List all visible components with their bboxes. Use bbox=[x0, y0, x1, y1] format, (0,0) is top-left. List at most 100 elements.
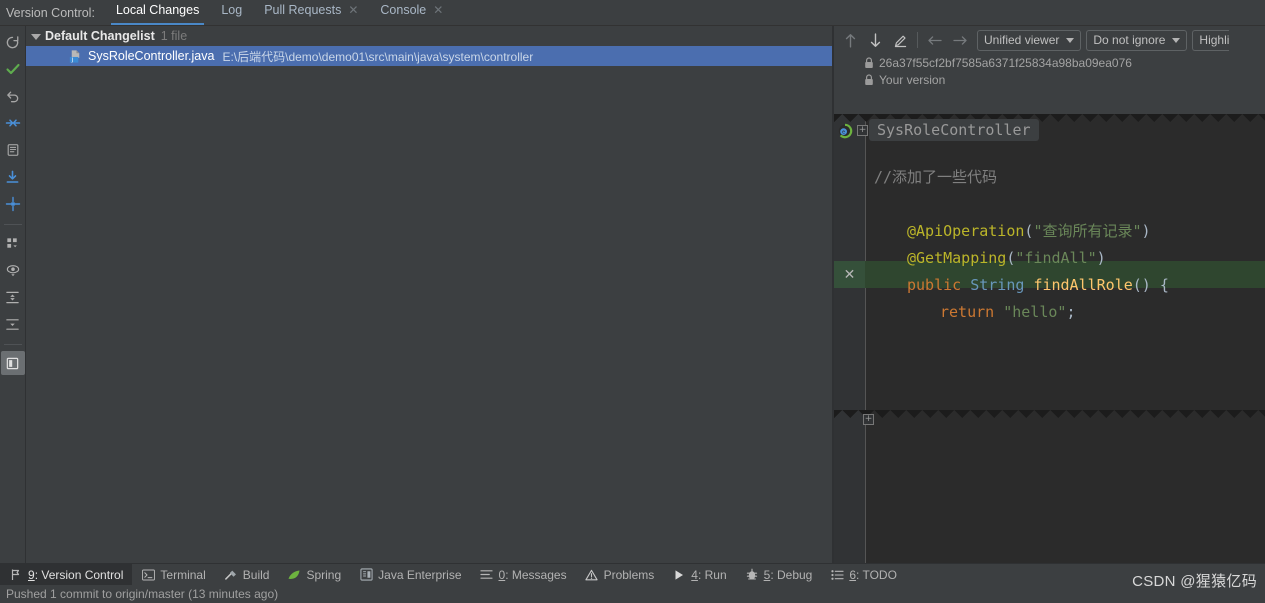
changed-file-row[interactable]: J SysRoleController.java E:\后端代码\demo\demo… bbox=[26, 46, 832, 66]
tool-window-label: 4: Run bbox=[691, 567, 727, 582]
tool-window-java-enterprise[interactable]: Java Enterprise bbox=[350, 564, 470, 586]
revert-change-gutter[interactable]: ✕ bbox=[834, 261, 865, 288]
code-line: @ApiOperation("查询所有记录") bbox=[866, 218, 1265, 245]
collapse-all-icon[interactable] bbox=[1, 312, 25, 336]
changes-toolbar-rail bbox=[0, 26, 26, 563]
intellij-version-control-window: Version Control: Local Changes Log Pull Re… bbox=[0, 0, 1265, 603]
tab-label: Local Changes bbox=[115, 2, 200, 17]
code-token: @GetMapping bbox=[907, 249, 1007, 267]
expand-all-icon[interactable] bbox=[1, 285, 25, 309]
your-version-row: Your version bbox=[864, 71, 1265, 88]
viewer-mode-value: Unified viewer bbox=[984, 33, 1060, 47]
close-icon[interactable]: ✕ bbox=[844, 267, 856, 283]
code-token: "查询所有记录" bbox=[1033, 222, 1142, 240]
code-token: public bbox=[907, 276, 971, 294]
ignore-policy-dropdown[interactable]: Do not ignore bbox=[1086, 29, 1188, 51]
shelve-changes-icon[interactable] bbox=[1, 111, 25, 135]
chevron-down-icon bbox=[1066, 37, 1075, 43]
status-message: Pushed 1 commit to origin/master (13 min… bbox=[6, 587, 279, 601]
tool-window-5-debug[interactable]: 5: Debug bbox=[736, 564, 822, 586]
tool-window-6-todo[interactable]: 6: TODO bbox=[821, 564, 906, 586]
move-to-changelist-icon[interactable] bbox=[1, 192, 25, 216]
editor-gutter bbox=[834, 114, 865, 563]
spring-bean-icon: e bbox=[837, 123, 853, 139]
tab-label: Log bbox=[221, 2, 243, 17]
tool-window-terminal[interactable]: Terminal bbox=[132, 564, 214, 586]
watermark-text: CSDN @猩猿亿码 bbox=[1132, 573, 1257, 590]
show-diff-icon[interactable] bbox=[1, 138, 25, 162]
code-token: () { bbox=[1132, 276, 1169, 294]
revision-hash: 26a37f55cf2bf7585a6371f25834a98ba09ea076 bbox=[879, 55, 1132, 70]
tab-label: Console bbox=[380, 2, 427, 17]
chevron-down-icon bbox=[1172, 37, 1181, 43]
diff-revision-info: 26a37f55cf2bf7585a6371f25834a98ba09ea076… bbox=[834, 54, 1265, 88]
rail-divider-1 bbox=[3, 224, 22, 225]
warning-icon bbox=[585, 569, 599, 581]
toggle-preview-panel-icon[interactable] bbox=[0, 351, 25, 375]
tab-pull-requests[interactable]: Pull Requests ✕ bbox=[253, 0, 369, 25]
messages-icon bbox=[480, 569, 494, 580]
diff-code-text[interactable]: //添加了一些代码 @ApiOperation("查询所有记录") @GetMap… bbox=[866, 114, 1265, 563]
tab-console[interactable]: Console ✕ bbox=[369, 0, 454, 25]
tool-window-spring[interactable]: Spring bbox=[278, 564, 350, 586]
code-token: findAllRole bbox=[1033, 276, 1133, 294]
update-project-download-icon[interactable] bbox=[1, 165, 25, 189]
changelist-header-row[interactable]: Default Changelist 1 file bbox=[26, 26, 832, 46]
code-token: return bbox=[940, 303, 1004, 321]
annotate-pencil-icon[interactable] bbox=[888, 29, 912, 51]
lock-icon bbox=[864, 73, 874, 86]
version-control-tabbar: Version Control: Local Changes Log Pull Re… bbox=[0, 0, 1265, 26]
tool-window-label: Spring bbox=[306, 567, 342, 582]
diff-toolbar: Unified viewer Do not ignore Highli bbox=[834, 26, 1265, 54]
lock-icon bbox=[864, 56, 874, 69]
tool-window-label: Terminal bbox=[160, 567, 206, 582]
nav-back-icon[interactable] bbox=[923, 29, 947, 51]
chevron-down-icon[interactable] bbox=[30, 31, 41, 42]
branch-icon bbox=[9, 568, 23, 581]
viewer-mode-dropdown[interactable]: Unified viewer bbox=[977, 29, 1082, 51]
hammer-icon bbox=[224, 568, 238, 581]
highlight-mode-dropdown[interactable]: Highli bbox=[1192, 29, 1230, 51]
version-control-label: Version Control: bbox=[6, 6, 95, 20]
tab-local-changes[interactable]: Local Changes bbox=[105, 0, 210, 25]
code-token: ) bbox=[1096, 249, 1106, 267]
changelist-name: Default Changelist bbox=[45, 29, 155, 43]
tool-window-label: 6: TODO bbox=[849, 567, 897, 582]
tool-window-label: Java Enterprise bbox=[378, 567, 462, 582]
rollback-icon[interactable] bbox=[1, 84, 25, 108]
tool-window-9-version-control[interactable]: 9: Version Control bbox=[0, 563, 133, 586]
tab-strip: Local Changes Log Pull Requests ✕ Console ✕ bbox=[105, 0, 454, 25]
java-class-icon: J bbox=[68, 49, 83, 64]
close-icon[interactable]: ✕ bbox=[433, 4, 443, 16]
nav-forward-icon[interactable] bbox=[948, 29, 972, 51]
tab-log[interactable]: Log bbox=[210, 0, 253, 25]
tool-window-0-messages[interactable]: 0: Messages bbox=[471, 564, 576, 586]
tool-window-build[interactable]: Build bbox=[215, 564, 279, 586]
next-difference-icon[interactable] bbox=[863, 29, 887, 51]
spring-leaf-icon bbox=[287, 569, 301, 581]
commit-check-icon[interactable] bbox=[1, 57, 25, 81]
tool-window-bar: 9: Version Control Terminal Build Spring Jav… bbox=[0, 563, 1265, 586]
code-token: "findAll" bbox=[1015, 249, 1097, 267]
tool-window-problems[interactable]: Problems bbox=[576, 564, 664, 586]
local-changes-pane: Default Changelist 1 file J SysRoleContro… bbox=[26, 26, 832, 563]
code-token: @ApiOperation bbox=[907, 222, 1025, 240]
tool-window-4-run[interactable]: 4: Run bbox=[663, 564, 735, 586]
diff-editor: e + SysRoleController ✕ + //添加了一些代码 @Api… bbox=[834, 114, 1265, 563]
tool-window-label: 5: Debug bbox=[763, 567, 813, 582]
svg-text:e: e bbox=[842, 130, 845, 136]
preview-diff-eye-icon[interactable] bbox=[1, 258, 25, 282]
debug-bug-icon bbox=[745, 568, 759, 581]
code-token: //添加了一些代码 bbox=[874, 168, 998, 186]
code-line: return "hello"; bbox=[866, 299, 1265, 326]
group-by-icon[interactable] bbox=[1, 231, 25, 255]
close-icon[interactable]: ✕ bbox=[348, 4, 358, 16]
code-token: "hello" bbox=[1003, 303, 1067, 321]
run-icon bbox=[672, 569, 686, 581]
code-line: //添加了一些代码 bbox=[866, 164, 1265, 191]
refresh-icon[interactable] bbox=[1, 30, 25, 54]
previous-difference-icon[interactable] bbox=[838, 29, 862, 51]
changed-file-path: E:\后端代码\demo\demo01\src\main\java\system… bbox=[222, 49, 534, 64]
changed-file-name: SysRoleController.java bbox=[88, 49, 215, 63]
